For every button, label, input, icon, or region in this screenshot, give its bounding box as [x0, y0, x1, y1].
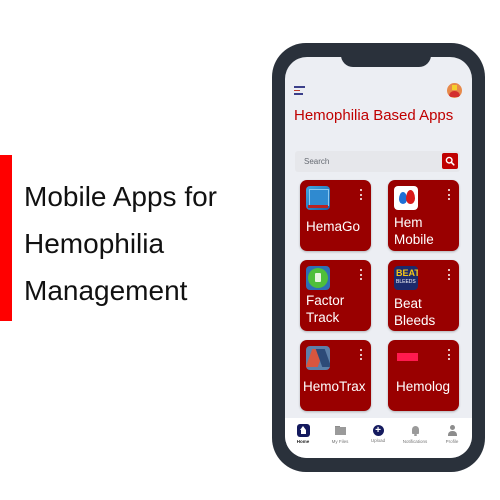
hem-mobile-app-icon [394, 186, 418, 210]
more-options-icon[interactable] [360, 189, 363, 202]
nav-upload[interactable]: + Upload [360, 424, 396, 443]
search-icon [445, 156, 455, 166]
nav-label: Notifications [402, 439, 428, 444]
beat-bleeds-app-icon: BEAT BLEEDS [394, 266, 418, 290]
nav-label: My Files [331, 439, 349, 444]
more-options-icon[interactable] [448, 269, 451, 282]
app-icon-text: BLEEDS [396, 279, 416, 285]
app-name: HemoTrax [303, 379, 366, 394]
search-bar [295, 151, 460, 172]
app-name: Beat Bleeds [394, 296, 436, 328]
app-card-hemotrax[interactable]: HemoTrax [300, 340, 371, 411]
nav-notifications[interactable]: Notifications [397, 424, 433, 444]
nav-home[interactable]: Home [285, 424, 321, 444]
more-options-icon[interactable] [360, 269, 363, 282]
profile-icon [446, 424, 459, 437]
search-input[interactable] [304, 154, 434, 169]
nav-my-files[interactable]: My Files [322, 424, 358, 444]
hemotrax-app-icon [306, 346, 330, 370]
app-card-beat-bleeds[interactable]: BEAT BLEEDS Beat Bleeds [388, 260, 459, 331]
app-card-hemolog[interactable]: Hemolog [388, 340, 459, 411]
app-name: Hemolog [396, 379, 451, 394]
factor-track-app-icon [306, 266, 330, 290]
user-avatar[interactable] [447, 83, 462, 98]
app-name: Factor Track [306, 293, 345, 325]
nav-label: Profile [445, 439, 459, 444]
bell-icon [409, 424, 422, 437]
app-card-hem-mobile[interactable]: Hem Mobile [388, 180, 459, 251]
page-title: Hemophilia Based Apps [294, 107, 454, 124]
headline: Mobile Apps for Hemophilia Management [24, 173, 217, 314]
search-button[interactable] [442, 153, 458, 169]
bottom-navigation: Home My Files + Upload Notifications Pro… [285, 418, 472, 458]
hemago-app-icon [306, 186, 330, 210]
nav-label: Home [296, 439, 310, 444]
nav-label: Upload [370, 438, 386, 443]
nav-profile[interactable]: Profile [434, 424, 470, 444]
hemolog-app-icon [394, 346, 418, 370]
headline-line: Management [24, 275, 188, 306]
phone-screen: Hemophilia Based Apps HemaGo Hem Mobile [285, 57, 472, 458]
accent-bar [0, 155, 12, 321]
app-name: HemaGo [306, 219, 361, 234]
app-card-factor-track[interactable]: Factor Track [300, 260, 371, 331]
more-options-icon[interactable] [448, 189, 451, 202]
headline-line: Mobile Apps for [24, 181, 217, 212]
home-icon [296, 424, 310, 437]
phone-notch [341, 57, 431, 67]
upload-plus-icon: + [372, 425, 384, 436]
folder-icon [334, 424, 347, 437]
phone-mockup: Hemophilia Based Apps HemaGo Hem Mobile [272, 43, 485, 472]
app-name: Hem Mobile [394, 215, 434, 247]
headline-line: Hemophilia [24, 228, 165, 259]
app-card-hemago[interactable]: HemaGo [300, 180, 371, 251]
more-options-icon[interactable] [448, 349, 451, 362]
more-options-icon[interactable] [360, 349, 363, 362]
hamburger-menu-icon[interactable] [294, 85, 306, 95]
app-icon-text: BEAT [396, 268, 418, 278]
